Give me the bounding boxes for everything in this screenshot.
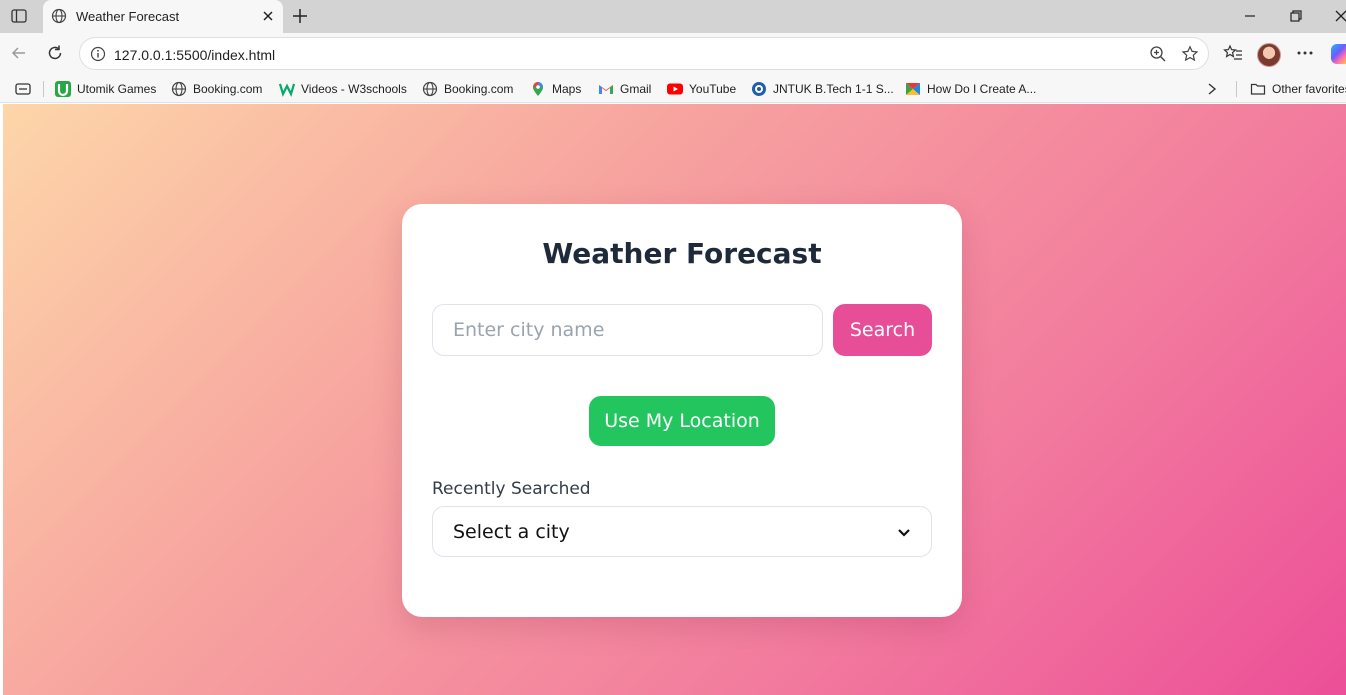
bookmarks-bar: Utomik Games Booking.com Videos - W3scho… [0,74,1346,103]
bookmark-w3schools[interactable]: Videos - W3schools [278,80,407,98]
tab-bar: Weather Forecast [0,0,1346,33]
address-bar[interactable]: 127.0.0.1:5500/index.html [79,37,1209,70]
close-tab-icon[interactable] [261,9,275,23]
youtube-icon [667,81,683,97]
bookmarks-overflow-chevron-icon[interactable] [1206,80,1218,98]
page-title: Weather Forecast [542,237,822,270]
zoom-icon[interactable] [1149,45,1167,63]
url-text: 127.0.0.1:5500/index.html [114,47,276,63]
bookmarks-divider [43,81,44,97]
weather-card: Weather Forecast Search Use My Location … [402,204,962,617]
browser-tab[interactable]: Weather Forecast [43,0,283,33]
globe-icon [51,8,67,24]
bookmark-youtube[interactable]: YouTube [667,80,736,98]
reading-mode-icon[interactable] [15,80,31,98]
bookmark-utomik[interactable]: Utomik Games [55,80,156,98]
gmail-icon [598,81,614,97]
bookmark-booking-1[interactable]: Booking.com [171,80,262,98]
browser-toolbar: 127.0.0.1:5500/index.html [0,33,1346,74]
recent-city-selected-value: Select a city [453,520,570,543]
bookmark-gmail[interactable]: Gmail [598,80,651,98]
profile-avatar[interactable] [1257,43,1281,67]
close-window-icon[interactable] [1333,8,1346,24]
recent-city-select[interactable]: Select a city [432,506,932,557]
bookmark-booking-2[interactable]: Booking.com [422,80,513,98]
back-arrow-icon[interactable] [9,43,29,63]
chevron-down-icon [897,521,911,543]
site-info-icon[interactable] [90,46,106,62]
create-icon [905,81,921,97]
bookmark-jntuk[interactable]: JNTUK B.Tech 1-1 S... [751,80,894,98]
new-tab-icon[interactable] [291,7,309,25]
bookmark-how-do-i-create[interactable]: How Do I Create A... [905,80,1036,98]
folder-icon [1250,81,1266,97]
jntuk-icon [751,81,767,97]
globe-icon [422,81,438,97]
bookmarks-divider-right [1236,81,1237,97]
search-button[interactable]: Search [833,304,932,356]
city-search-input[interactable] [432,304,823,356]
use-my-location-button[interactable]: Use My Location [589,396,775,446]
bookmark-maps[interactable]: Maps [530,80,581,98]
recently-searched-label: Recently Searched [432,479,591,499]
minimize-icon[interactable] [1242,8,1258,24]
restore-icon[interactable] [1288,8,1304,24]
refresh-icon[interactable] [45,43,65,63]
maps-pin-icon [530,81,546,97]
utomik-icon [55,81,71,97]
globe-icon [171,81,187,97]
copilot-icon[interactable] [1331,44,1346,64]
page-background: Weather Forecast Search Use My Location … [3,104,1346,695]
other-favorites[interactable]: Other favorites [1250,80,1346,98]
tab-actions-icon[interactable] [8,6,30,26]
favorites-icon[interactable] [1223,43,1243,63]
tab-title: Weather Forecast [76,9,180,24]
more-options-icon[interactable] [1295,43,1315,63]
w3schools-icon [278,81,296,97]
favorite-star-icon[interactable] [1181,45,1199,63]
